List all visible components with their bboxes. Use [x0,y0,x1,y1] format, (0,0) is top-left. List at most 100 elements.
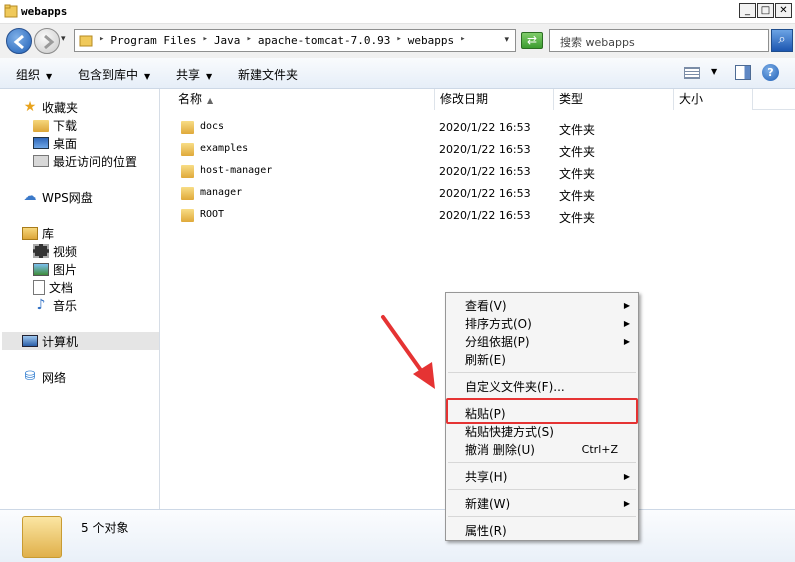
search-button[interactable]: ⌕ [771,29,793,52]
sidebar-item-desktop[interactable]: 桌面 [33,134,77,152]
sidebar-item-label: 网络 [42,370,67,385]
folder-icon [79,35,93,47]
menu-item-paste-shortcut[interactable]: 粘贴快捷方式(S) [448,423,636,441]
include-library-label: 包含到库中 [78,68,139,82]
breadcrumb-separator[interactable]: ▸ [460,34,465,47]
submenu-arrow-icon: ▶ [623,301,630,310]
sidebar-item-label: 文档 [49,280,74,295]
desktop-icon [33,137,49,149]
menu-item-view[interactable]: 查看(V) ▶ [448,297,636,315]
column-header-size[interactable]: 大小 [674,89,753,110]
sidebar-item-recent[interactable]: 最近访问的位置 [33,152,137,170]
menu-item-label: 撤消 删除(U) [465,443,535,457]
list-item[interactable]: docs 2020/1/22 16:53 文件夹 [161,117,795,139]
file-modified: 2020/1/22 16:53 [439,209,531,222]
column-header-modified[interactable]: 修改日期 [435,89,554,110]
refresh-button[interactable]: ⇄ [521,32,543,49]
menu-separator [448,489,636,490]
menu-item-new[interactable]: 新建(W) ▶ [448,495,636,513]
sidebar-item-label: 下载 [53,118,78,133]
sidebar-item-label: 图片 [53,262,78,277]
sidebar-item-network[interactable]: ⛁ 网络 [22,368,66,386]
sidebar-item-pictures[interactable]: 图片 [33,260,77,278]
breadcrumb-program-files[interactable]: Program Files [110,34,196,47]
list-item[interactable]: manager 2020/1/22 16:53 文件夹 [161,183,795,205]
menu-item-undo-delete[interactable]: 撤消 删除(U) Ctrl+Z [448,441,636,459]
submenu-arrow-icon: ▶ [623,472,630,481]
chevron-down-icon: ▼ [144,72,151,81]
breadcrumb-separator[interactable]: ▸ [246,34,251,47]
file-type: 文件夹 [559,145,596,159]
organize-label: 组织 [16,68,41,82]
maximize-button[interactable]: □ [757,3,774,18]
sidebar-item-favorites[interactable]: ★ 收藏夹 [22,98,78,116]
sort-ascending-icon: ▲ [207,96,214,105]
minimize-button[interactable]: _ [739,3,756,18]
sidebar-item-music[interactable]: ♪ 音乐 [33,296,77,314]
sidebar-item-videos[interactable]: 视频 [33,242,77,260]
sidebar-item-computer[interactable]: 计算机 [22,332,78,350]
menu-item-refresh[interactable]: 刷新(E) [448,351,636,369]
search-placeholder: 搜索 webapps [560,36,635,49]
breadcrumb-java[interactable]: Java [214,34,241,47]
view-options-icon[interactable] [684,67,700,79]
computer-icon [22,335,38,347]
breadcrumb-separator[interactable]: ▸ [396,34,401,47]
menu-item-label: 共享(H) [465,470,508,484]
menu-item-shortcut: Ctrl+Z [581,443,618,456]
file-modified: 2020/1/22 16:53 [439,165,531,178]
menu-item-customize-folder[interactable]: 自定义文件夹(F)... [448,378,636,396]
file-name: examples [200,143,249,154]
file-type: 文件夹 [559,167,596,181]
recent-pages-dropdown[interactable]: ▾ [61,34,66,44]
file-modified: 2020/1/22 16:53 [439,121,531,134]
help-icon[interactable]: ? [762,64,779,81]
include-library-menu[interactable]: 包含到库中 ▼ [78,66,150,83]
column-header-name[interactable]: 名称 ▲ [161,89,435,110]
breadcrumb-separator[interactable]: ▸ [203,34,208,47]
column-header-label: 名称 [178,92,203,106]
folder-icon [181,187,194,200]
sidebar-item-label: 计算机 [42,334,79,349]
object-count: 5 个对象 [81,521,129,535]
back-button[interactable] [6,28,32,54]
preview-pane-icon[interactable] [735,65,751,80]
sidebar-item-wps[interactable]: ☁ WPS网盘 [22,188,93,206]
sidebar-item-libraries[interactable]: 库 [22,224,54,242]
menu-item-sort-by[interactable]: 排序方式(O) ▶ [448,315,636,333]
menu-separator [448,516,636,517]
sidebar-item-label: 库 [42,226,55,241]
sidebar-item-documents[interactable]: 文档 [33,278,73,296]
list-item[interactable]: ROOT 2020/1/22 16:53 文件夹 [161,205,795,227]
submenu-arrow-icon: ▶ [623,319,630,328]
file-name: ROOT [200,209,225,220]
forward-button[interactable] [34,28,60,54]
menu-item-share[interactable]: 共享(H) ▶ [448,468,636,486]
address-dropdown-icon[interactable]: ▾ [504,35,509,45]
column-header-type[interactable]: 类型 [554,89,674,110]
new-folder-button[interactable]: 新建文件夹 [238,66,298,83]
breadcrumb-webapps[interactable]: webapps [408,34,454,47]
breadcrumb-tomcat[interactable]: apache-tomcat-7.0.93 [258,34,390,47]
share-label: 共享 [176,68,201,82]
view-dropdown-icon[interactable]: ▼ [711,67,717,76]
file-type: 文件夹 [559,189,596,203]
organize-menu[interactable]: 组织 ▼ [16,66,52,83]
sidebar-item-downloads[interactable]: 下载 [33,116,77,134]
list-item[interactable]: host-manager 2020/1/22 16:53 文件夹 [161,161,795,183]
menu-item-label: 查看(V) [465,299,507,313]
address-field[interactable]: ▸ Program Files ▸ Java ▸ apache-tomcat-7… [74,29,516,52]
breadcrumb: ▸ Program Files ▸ Java ▸ apache-tomcat-7… [99,34,466,47]
share-menu[interactable]: 共享 ▼ [176,66,212,83]
breadcrumb-separator[interactable]: ▸ [99,34,104,47]
search-input[interactable]: 搜索 webapps [549,29,769,52]
large-folder-icon [22,516,62,558]
menu-item-properties[interactable]: 属性(R) [448,522,636,540]
close-button[interactable]: ✕ [775,3,792,18]
window-title: webapps [21,5,68,18]
menu-item-group-by[interactable]: 分组依据(P) ▶ [448,333,636,351]
folder-icon [181,121,194,134]
paste-highlight-box [446,398,638,424]
folder-icon [181,209,194,222]
list-item[interactable]: examples 2020/1/22 16:53 文件夹 [161,139,795,161]
